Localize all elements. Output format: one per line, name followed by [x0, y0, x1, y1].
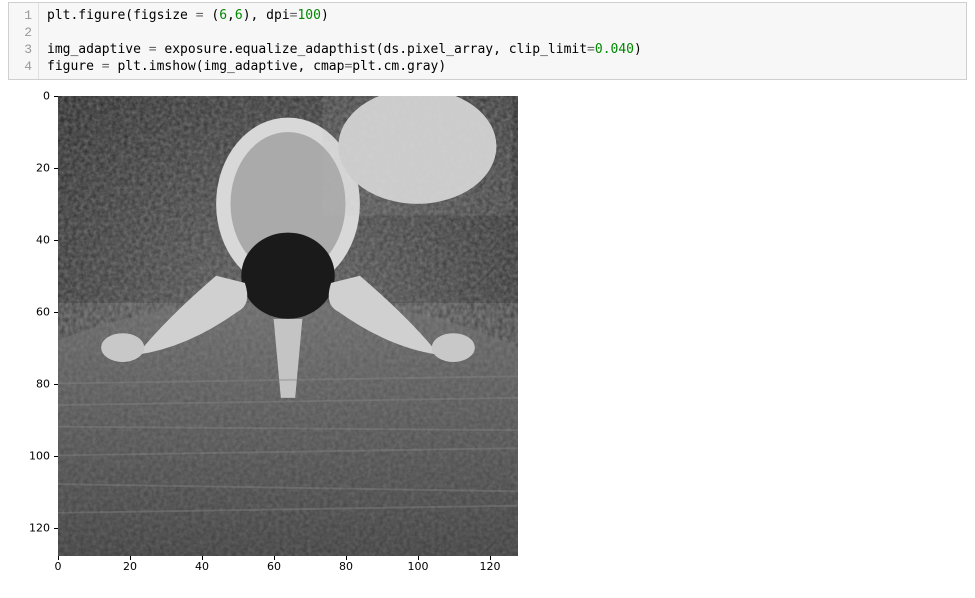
- code-editor[interactable]: plt.figure(figsize = (6,6), dpi=100) img…: [39, 3, 966, 79]
- x-tick-mark: [418, 556, 419, 560]
- line-number-gutter: 1 2 3 4: [9, 3, 39, 79]
- y-tick-label: 100: [20, 450, 50, 463]
- x-tick-label: 40: [195, 560, 209, 573]
- plot-output: 0 20 40 60 80 100 120 0 20 40 60 80 100 …: [8, 88, 548, 598]
- x-tick-label: 120: [480, 560, 501, 573]
- line-number: 1: [9, 7, 32, 24]
- x-tick-label: 20: [123, 560, 137, 573]
- code-line: [47, 25, 55, 40]
- y-tick-label: 120: [20, 522, 50, 535]
- code-cell[interactable]: 1 2 3 4 plt.figure(figsize = (6,6), dpi=…: [8, 2, 967, 80]
- code-line: plt.figure(figsize = (6,6), dpi=100): [47, 8, 329, 23]
- y-tick-label: 0: [20, 90, 50, 103]
- y-tick-label: 60: [20, 306, 50, 319]
- x-tick-mark: [490, 556, 491, 560]
- code-line: img_adaptive = exposure.equalize_adapthi…: [47, 42, 642, 57]
- x-tick-label: 100: [408, 560, 429, 573]
- line-number: 3: [9, 41, 32, 58]
- x-tick-mark: [202, 556, 203, 560]
- x-tick-label: 0: [55, 560, 62, 573]
- x-tick-label: 60: [267, 560, 281, 573]
- x-tick-mark: [274, 556, 275, 560]
- code-line: figure = plt.imshow(img_adaptive, cmap=p…: [47, 59, 446, 74]
- x-tick-mark: [346, 556, 347, 560]
- ct-scan-image: [58, 96, 518, 556]
- y-tick-label: 20: [20, 162, 50, 175]
- x-tick-mark: [130, 556, 131, 560]
- line-number: 2: [9, 24, 32, 41]
- y-tick-label: 80: [20, 378, 50, 391]
- line-number: 4: [9, 58, 32, 75]
- y-tick-label: 40: [20, 234, 50, 247]
- x-tick-mark: [58, 556, 59, 560]
- x-tick-label: 80: [339, 560, 353, 573]
